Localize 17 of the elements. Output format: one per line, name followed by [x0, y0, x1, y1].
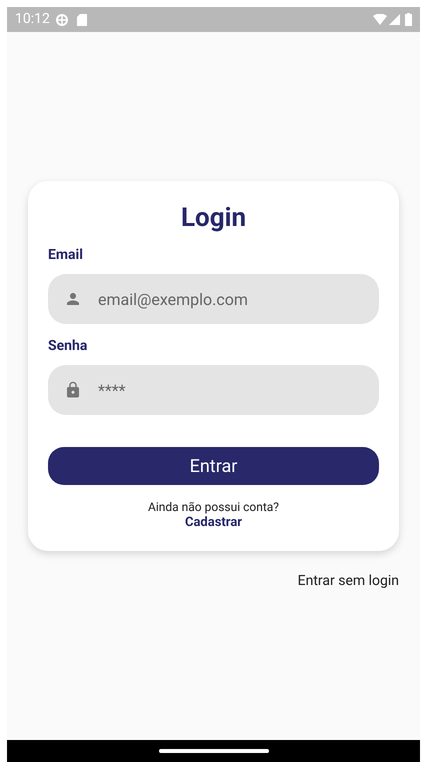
input-field[interactable]: email@exemplo.com: [48, 274, 379, 324]
login-title: Login: [180, 202, 248, 235]
submit-button[interactable]: Entrar: [48, 447, 379, 485]
wifi-icon: [373, 14, 387, 25]
field-label: Email: [48, 246, 84, 265]
signup-prompt: Ainda não possui conta?: [147, 499, 280, 515]
home-handle[interactable]: [158, 749, 268, 753]
person-icon: [64, 290, 82, 308]
field-label: Senha: [48, 337, 88, 356]
guest-link[interactable]: Entrar sem login: [298, 571, 399, 592]
lock-icon: [64, 380, 82, 400]
sd-card-icon: [76, 14, 87, 26]
input-field[interactable]: ****: [48, 365, 379, 415]
signup-link[interactable]: Cadastrar: [184, 515, 242, 531]
status-time: 10:12: [15, 10, 50, 29]
signal-icon: [389, 14, 400, 25]
battery-icon: [405, 13, 412, 26]
